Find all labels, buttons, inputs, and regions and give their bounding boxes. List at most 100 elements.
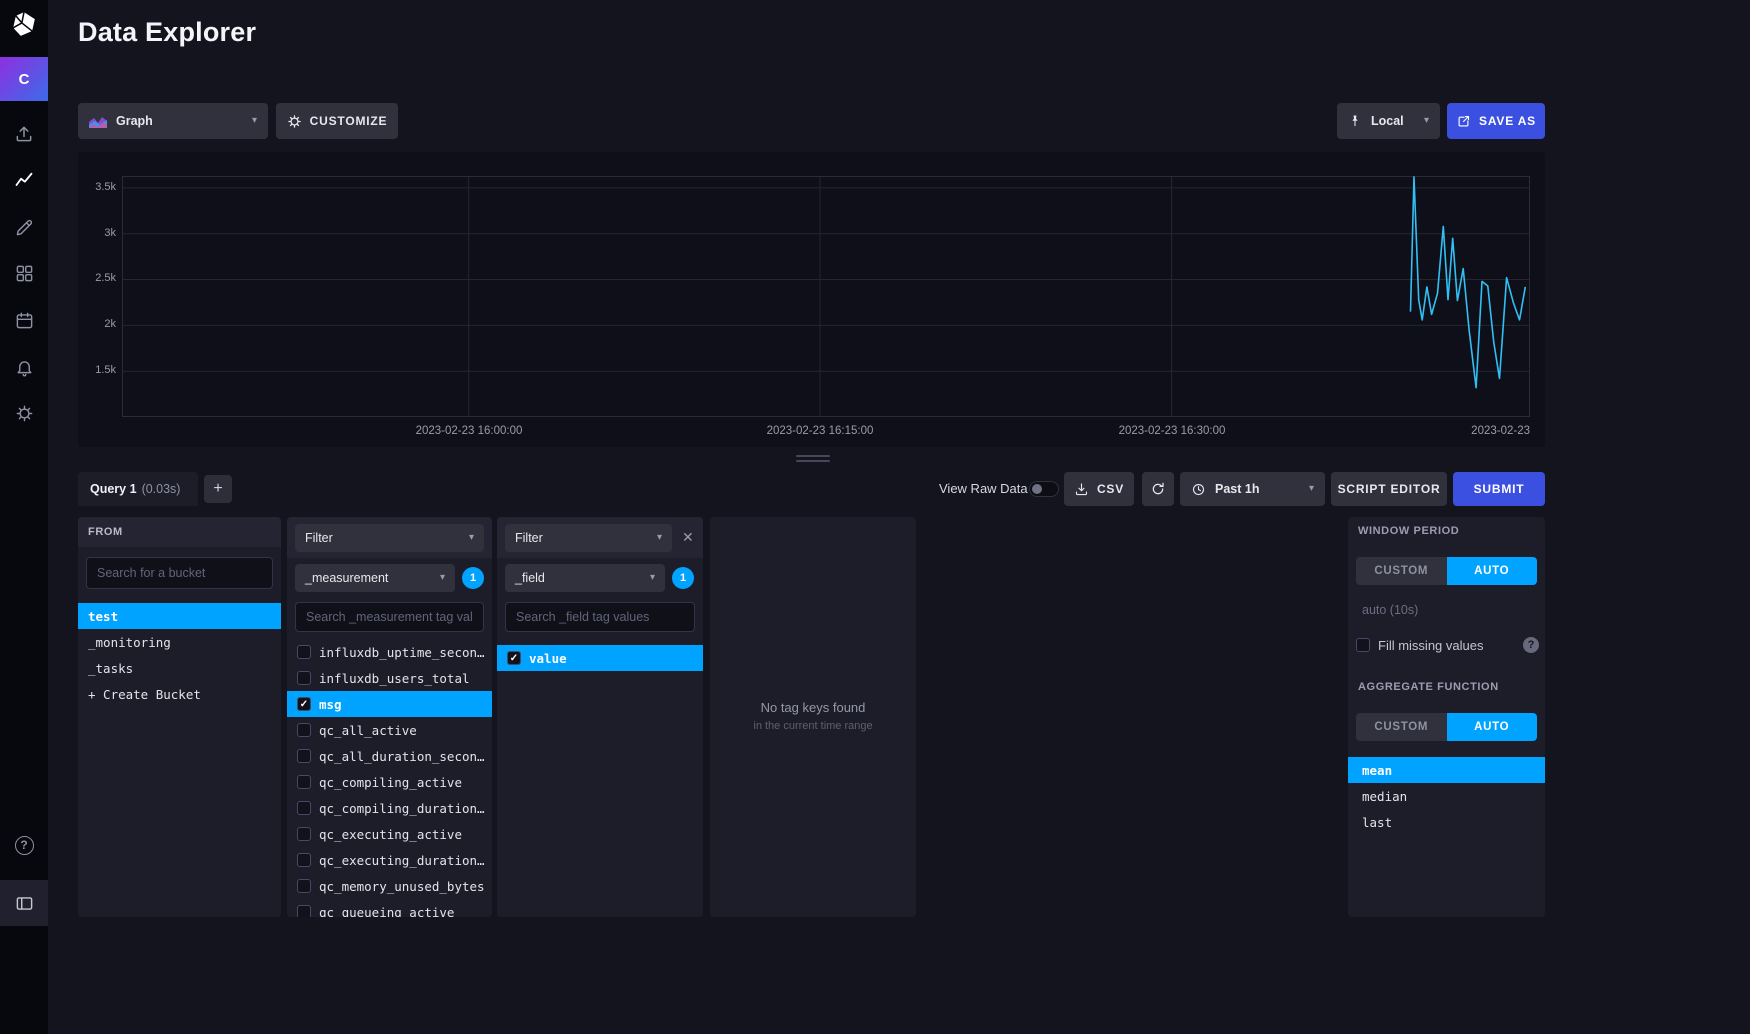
tag-key-dropdown[interactable]: _measurement ▾ (295, 564, 455, 592)
bucket-item[interactable]: test (78, 603, 281, 629)
add-query-button[interactable]: + (204, 475, 232, 503)
measurement-item[interactable]: qc_executing_active (287, 821, 492, 847)
measurement-item[interactable]: qc_compiling_duration… (287, 795, 492, 821)
local-dropdown[interactable]: Local ▾ (1337, 103, 1440, 139)
measurement-item[interactable]: qc_queueing_active (287, 899, 492, 917)
submit-label: SUBMIT (1474, 482, 1525, 496)
org-avatar[interactable]: C (0, 57, 48, 101)
filter-type-dropdown[interactable]: Filter ▾ (295, 524, 484, 552)
calendar-icon (15, 311, 34, 330)
measurement-item[interactable]: influxdb_users_total (287, 665, 492, 691)
filter-type-dropdown[interactable]: Filter ▾ (505, 524, 672, 552)
x-axis-tick: 2023-02-23 (1410, 425, 1530, 437)
empty-state-subtitle: in the current time range (710, 720, 916, 732)
window-period-segmented: CUSTOM AUTO (1356, 557, 1537, 585)
view-raw-data-toggle[interactable] (1029, 481, 1059, 497)
field-search-input[interactable] (505, 602, 695, 632)
query-tab[interactable]: Query 1 (0.03s) (78, 472, 198, 506)
checkbox-checked-icon (297, 697, 311, 711)
measurement-item[interactable]: influxdb_uptime_secon… (287, 639, 492, 665)
y-axis-tick: 3.5k (78, 181, 116, 193)
customize-label: CUSTOMIZE (310, 114, 388, 128)
sidebar-item-tasks[interactable] (0, 308, 48, 332)
resize-handle[interactable] (796, 455, 830, 465)
window-custom-button[interactable]: CUSTOM (1356, 557, 1447, 585)
bucket-item[interactable]: _monitoring (78, 629, 281, 655)
from-label: FROM (88, 526, 123, 538)
csv-download-button[interactable]: CSV (1064, 472, 1134, 506)
fill-missing-values-row[interactable]: Fill missing values (1356, 636, 1537, 654)
graph-icon (14, 170, 34, 190)
refresh-button[interactable] (1142, 472, 1174, 506)
save-as-label: SAVE AS (1479, 114, 1536, 128)
query-tab-label: Query 1 (90, 482, 137, 496)
query-options-panel: WINDOW PERIOD CUSTOM AUTO auto (10s) Fil… (1348, 517, 1545, 917)
aggregate-auto-button[interactable]: AUTO (1447, 713, 1538, 741)
submit-button[interactable]: SUBMIT (1453, 472, 1545, 506)
pencil-icon (15, 218, 34, 237)
panel-header: FROM (78, 517, 281, 547)
x-axis-tick: 2023-02-23 16:15:00 (750, 425, 890, 437)
selected-count-badge: 1 (462, 567, 484, 589)
time-series-chart: 3.5k 3k 2.5k 2k 1.5k 2023-02-23 16:00:00… (78, 152, 1545, 447)
measurement-item[interactable]: qc_all_duration_secon… (287, 743, 492, 769)
chart-canvas[interactable] (122, 176, 1530, 417)
customize-button[interactable]: CUSTOMIZE (276, 103, 398, 139)
bucket-search-input[interactable] (86, 557, 273, 589)
sidebar-item-alerts[interactable] (0, 355, 48, 379)
y-axis-tick: 1.5k (78, 364, 116, 376)
measurement-search-input[interactable] (295, 602, 484, 632)
chevron-down-icon: ▾ (469, 533, 474, 543)
checkbox-icon (297, 645, 311, 659)
data-explorer-page: C (0, 0, 1750, 1034)
aggregate-function-item[interactable]: mean (1348, 757, 1545, 783)
view-type-dropdown[interactable]: Graph ▾ (78, 103, 268, 139)
checkbox-icon (297, 775, 311, 789)
create-bucket-item[interactable]: + Create Bucket (78, 681, 281, 707)
close-icon[interactable]: ✕ (682, 530, 694, 544)
graph-type-icon (89, 114, 107, 128)
measurement-item[interactable]: qc_memory_unused_bytes (287, 873, 492, 899)
view-type-label: Graph (116, 114, 153, 128)
from-bucket-panel: FROM test _monitoring _tasks + Create Bu… (78, 517, 281, 917)
help-icon[interactable]: ? (1523, 637, 1539, 653)
bucket-item[interactable]: _tasks (78, 655, 281, 681)
field-item[interactable]: value (497, 645, 703, 671)
measurement-item[interactable]: qc_compiling_active (287, 769, 492, 795)
upload-icon (14, 124, 34, 144)
export-icon (1456, 114, 1471, 129)
tag-key-dropdown[interactable]: _field ▾ (505, 564, 665, 592)
measurement-item[interactable]: qc_all_active (287, 717, 492, 743)
sidebar-item-load-data[interactable] (0, 122, 48, 146)
chevron-down-icon: ▾ (440, 573, 445, 583)
script-editor-button[interactable]: SCRIPT EDITOR (1331, 472, 1447, 506)
aggregate-function-item[interactable]: median (1348, 783, 1545, 809)
window-auto-button[interactable]: AUTO (1447, 557, 1538, 585)
tag-key-label: _field (515, 571, 545, 585)
time-range-dropdown[interactable]: Past 1h ▾ (1180, 472, 1325, 506)
dashboards-grid-icon (15, 264, 34, 283)
sidebar-item-dashboards[interactable] (0, 261, 48, 285)
clock-icon (1191, 482, 1206, 497)
checkbox-icon (297, 905, 311, 917)
checkbox-checked-icon (507, 651, 521, 665)
chevron-down-icon: ▾ (252, 116, 257, 126)
sidebar-item-notebooks[interactable] (0, 215, 48, 239)
gear-icon (287, 114, 302, 129)
checkbox-icon (297, 853, 311, 867)
checkbox-icon[interactable] (1356, 638, 1370, 652)
sidebar-item-data-explorer[interactable] (0, 168, 48, 192)
save-as-button[interactable]: SAVE AS (1447, 103, 1545, 139)
sidebar-item-toggle[interactable] (0, 880, 48, 926)
sidebar-item-home[interactable] (0, 0, 48, 48)
aggregate-custom-button[interactable]: CUSTOM (1356, 713, 1447, 741)
measurement-item[interactable]: msg (287, 691, 492, 717)
csv-label: CSV (1097, 482, 1124, 496)
selected-count-badge: 1 (672, 567, 694, 589)
measurement-item[interactable]: qc_executing_duration… (287, 847, 492, 873)
aggregate-function-label: AGGREGATE FUNCTION (1358, 681, 1499, 693)
aggregate-function-item[interactable]: last (1348, 809, 1545, 835)
filter-type-label: Filter (305, 531, 333, 545)
sidebar-item-help[interactable]: ? (0, 833, 48, 857)
sidebar-item-settings[interactable] (0, 401, 48, 425)
